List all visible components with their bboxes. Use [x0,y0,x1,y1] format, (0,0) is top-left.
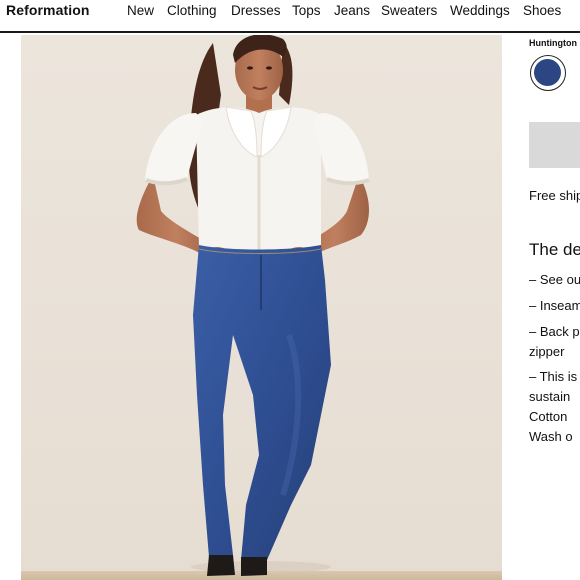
shipping-info: Free ship [529,188,580,203]
nav-item-new[interactable]: New [127,3,154,18]
brand-logo[interactable]: Reformation [6,2,90,18]
model-illustration [21,35,502,580]
details-line: – Inseam [529,298,580,313]
nav-item-clothing[interactable]: Clothing [167,3,217,18]
details-line: zipper [529,344,565,359]
nav-item-shoes[interactable]: Shoes [523,3,561,18]
details-line: – Back p [529,324,580,339]
details-line: Cotton [529,409,568,424]
nav-item-dresses[interactable]: Dresses [231,3,281,18]
nav-item-weddings[interactable]: Weddings [450,3,510,18]
color-name: Huntington [529,38,577,48]
nav-item-tops[interactable]: Tops [292,3,321,18]
details-heading: The de [529,240,580,259]
product-image[interactable] [21,35,502,580]
details-line: – This is [529,369,578,384]
details-line: Wash o [529,429,573,444]
details-line: sustain [529,389,571,404]
site-header: Reformation New Clothing Dresses Tops Jeans S… [0,0,580,33]
color-swatch-selected[interactable] [530,55,566,91]
add-to-bag-button[interactable] [529,122,580,168]
nav-item-sweaters[interactable]: Sweaters [381,3,437,18]
details-line: – See ou [529,272,580,287]
color-swatch-fill [534,59,561,86]
nav-item-jeans[interactable]: Jeans [334,3,370,18]
product-info-panel: Huntington Free ship The de – See ou – In… [520,35,580,580]
